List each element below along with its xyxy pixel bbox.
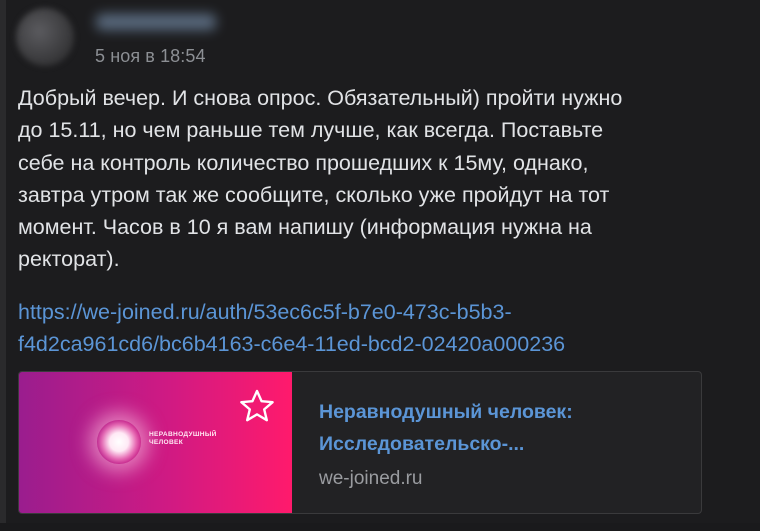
message-text-line: завтра утром так же сообщите, сколько уж… <box>18 182 610 207</box>
message-timestamp[interactable]: 5 ноя в 18:54 <box>95 46 206 67</box>
avatar[interactable] <box>16 8 74 66</box>
glow-circle-logo <box>97 420 141 464</box>
link-preview-card[interactable]: НЕРАВНОДУШНЫЙ ЧЕЛОВЕК Неравнодушный чело… <box>18 371 702 514</box>
message-text: Добрый вечер. И снова опрос. Обязательны… <box>18 82 718 276</box>
survey-link-line[interactable]: https://we-joined.ru/auth/53ec6c5f-b7e0-… <box>18 296 718 328</box>
message-text-line: до 15.11, но чем раньше тем лучше, как в… <box>18 118 604 143</box>
message-text-line: себе на контроль количество прошедших к … <box>18 150 589 175</box>
link-preview-image[interactable]: НЕРАВНОДУШНЫЙ ЧЕЛОВЕК <box>19 372 292 513</box>
message-text-line: ректорат). <box>18 247 120 272</box>
message-text-line: Добрый вечер. И снова опрос. Обязательны… <box>18 86 623 110</box>
link-preview-title-line[interactable]: Неравнодушный человек: <box>319 396 679 428</box>
bottom-divider <box>0 523 760 531</box>
star-outline-icon <box>240 389 274 422</box>
survey-link-line[interactable]: f4d2ca961cd6/bc6b4163-c6e4-11ed-bcd2-024… <box>18 328 718 360</box>
chat-message: 5 ноя в 18:54 Добрый вечер. И снова опро… <box>0 0 760 531</box>
link-preview-title[interactable]: Неравнодушный человек: Исследовательско-… <box>319 396 679 460</box>
brand-logo-line: ЧЕЛОВЕК <box>149 439 184 446</box>
brand-logo-line: НЕРАВНОДУШНЫЙ <box>149 431 217 438</box>
brand-logo-text: НЕРАВНОДУШНЫЙ ЧЕЛОВЕК <box>149 431 217 447</box>
link-preview-title-line[interactable]: Исследовательско-... <box>319 428 679 460</box>
author-name-redacted[interactable] <box>96 14 216 30</box>
survey-link[interactable]: https://we-joined.ru/auth/53ec6c5f-b7e0-… <box>18 296 718 360</box>
message-text-line: момент. Часов в 10 я вам напишу (информа… <box>18 215 592 240</box>
link-preview-domain: we-joined.ru <box>319 468 423 489</box>
message-left-border <box>0 0 6 531</box>
